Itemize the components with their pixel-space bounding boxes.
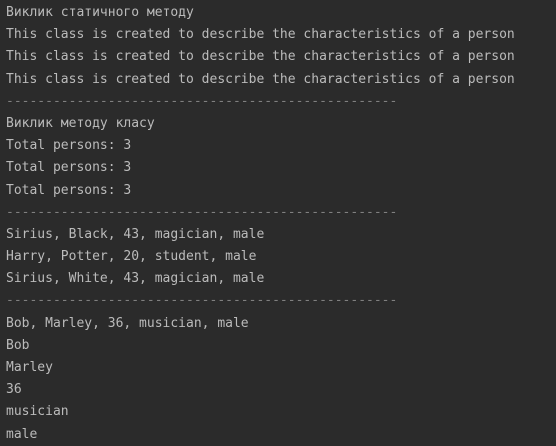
separator-line: ----------------------------------------… xyxy=(6,293,398,309)
output-line: This class is created to describe the ch… xyxy=(6,71,515,87)
output-line: Bob, Marley, 36, musician, male xyxy=(6,315,249,331)
separator-line: ----------------------------------------… xyxy=(6,93,398,109)
output-line: Marley xyxy=(6,360,53,375)
output-line: musician xyxy=(6,404,69,420)
output-line: Sirius, Black, 43, magician, male xyxy=(6,226,265,242)
output-line: This class is created to describe the ch… xyxy=(6,27,515,43)
output-line: 36 xyxy=(6,382,22,398)
output-line: Виклик методу класу xyxy=(6,115,155,131)
output-line: male xyxy=(6,426,38,442)
output-line: Total persons: 3 xyxy=(6,182,132,198)
output-line: Total persons: 3 xyxy=(6,138,132,154)
output-line: Sirius, White, 43, magician, male xyxy=(6,271,265,287)
output-line: Harry, Potter, 20, student, male xyxy=(6,249,257,265)
output-line: This class is created to describe the ch… xyxy=(6,49,515,65)
output-line: Виклик статичного методу xyxy=(6,5,194,20)
output-line: Total persons: 3 xyxy=(6,160,132,176)
console-output[interactable]: Виклик статичного методу This class is c… xyxy=(0,0,556,442)
output-line: Bob xyxy=(6,337,30,353)
separator-line: ----------------------------------------… xyxy=(6,204,398,220)
